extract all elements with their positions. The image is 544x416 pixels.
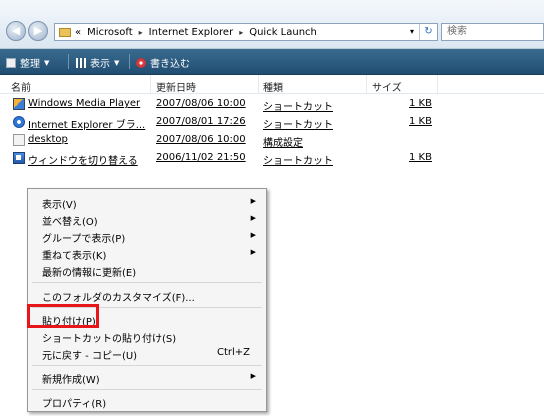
breadcrumb-quick-launch[interactable]: Quick Launch [249, 27, 317, 38]
burn-label: 書き込む [150, 59, 190, 70]
file-type: ショートカット [263, 156, 333, 167]
submenu-arrow-icon: ▶ [250, 231, 256, 239]
chevron-down-icon: ▼ [114, 58, 120, 67]
file-name[interactable]: desktop [28, 134, 150, 145]
organize-icon [6, 57, 16, 68]
column-divider[interactable] [437, 75, 438, 93]
column-header-date[interactable]: 更新日時 [156, 79, 196, 94]
menu-item-stack-by[interactable]: 重ねて表示(K) ▶ [42, 245, 264, 262]
breadcrumb-microsoft[interactable]: Microsoft [87, 27, 133, 38]
organize-button[interactable]: 整理 ▼ [6, 55, 49, 70]
submenu-arrow-icon: ▶ [250, 214, 256, 222]
file-size: 1 KB [409, 116, 432, 127]
folder-icon [59, 27, 71, 37]
menu-item-group-by[interactable]: グループで表示(P) ▶ [42, 228, 264, 245]
burn-disc-icon [136, 57, 146, 68]
submenu-arrow-icon: ▶ [250, 248, 256, 256]
file-row[interactable]: ウィンドウを切り替える 2006/11/02 21:50 ショートカット 1 K… [0, 150, 544, 167]
context-menu: 表示(V) ▶ 並べ替え(O) ▶ グループで表示(P) ▶ 重ねて表示(K) … [27, 188, 267, 412]
address-bar-region: ◀ ▶ « Microsoft ▸ Internet Explorer ▸ Qu… [0, 0, 544, 49]
toolbar-divider [68, 54, 69, 69]
file-size: 1 KB [409, 152, 432, 163]
breadcrumb-overflow[interactable]: « [75, 27, 81, 38]
file-name[interactable]: Internet Explorer ブラ... [28, 116, 150, 131]
desktop-ini-icon [13, 134, 25, 146]
toolbar-divider [129, 54, 130, 69]
address-field[interactable]: « Microsoft ▸ Internet Explorer ▸ Quick … [54, 23, 438, 41]
file-name[interactable]: Windows Media Player [28, 98, 150, 109]
menu-item-label: ショートカットの貼り付け(S) [42, 334, 177, 345]
column-header-type[interactable]: 種類 [263, 79, 283, 94]
menu-item-sort-by[interactable]: 並べ替え(O) ▶ [42, 211, 264, 228]
menu-item-label: このフォルダのカスタマイズ(F)... [42, 293, 195, 304]
column-header-row: 名前 更新日時 種類 サイズ [0, 75, 544, 94]
file-size: 1 KB [409, 98, 432, 109]
column-divider[interactable] [366, 75, 367, 93]
menu-separator [32, 282, 262, 283]
views-label: 表示 [90, 59, 110, 70]
search-input[interactable]: 検索 [441, 23, 544, 41]
menu-item-new[interactable]: 新規作成(W) ▶ [42, 369, 264, 386]
refresh-icon[interactable]: ↻ [419, 24, 437, 40]
menu-item-label: 重ねて表示(K) [42, 251, 107, 262]
column-header-name[interactable]: 名前 [11, 79, 31, 94]
menu-item-label: 表示(V) [42, 200, 77, 211]
menu-item-label: 新規作成(W) [42, 375, 100, 386]
switch-windows-icon [13, 152, 25, 164]
paste-highlight-box [27, 304, 99, 328]
menu-item-undo-copy[interactable]: 元に戻す - コピー(U) Ctrl+Z [42, 345, 264, 362]
command-bar: 整理 ▼ 表示 ▼ 書き込む [0, 49, 544, 75]
breadcrumb-separator-icon[interactable]: ▸ [139, 28, 143, 37]
back-button[interactable]: ◀ [6, 21, 26, 41]
menu-item-label: プロパティ(R) [42, 399, 107, 410]
burn-button[interactable]: 書き込む [136, 55, 190, 70]
chevron-down-icon: ▼ [44, 58, 50, 67]
menu-separator [32, 365, 262, 366]
internet-explorer-icon [13, 116, 25, 128]
column-divider[interactable] [150, 75, 151, 93]
views-button[interactable]: 表示 ▼ [76, 55, 119, 70]
menu-item-label: 並べ替え(O) [42, 217, 98, 228]
menu-item-label: 元に戻す - コピー(U) [42, 351, 138, 362]
menu-item-properties[interactable]: プロパティ(R) [42, 393, 264, 410]
address-dropdown-icon[interactable]: ▾ [405, 24, 419, 40]
media-player-icon [13, 98, 25, 110]
file-date: 2006/11/02 21:50 [156, 152, 246, 163]
submenu-arrow-icon: ▶ [250, 372, 256, 380]
organize-label: 整理 [20, 59, 40, 70]
submenu-arrow-icon: ▶ [250, 197, 256, 205]
file-date: 2007/08/06 10:00 [156, 134, 246, 145]
file-date: 2007/08/01 17:26 [156, 116, 246, 127]
file-type: ショートカット [263, 120, 333, 131]
menu-item-label: 最新の情報に更新(E) [42, 268, 137, 279]
menu-item-paste-shortcut[interactable]: ショートカットの貼り付け(S) [42, 328, 264, 345]
file-row[interactable]: Internet Explorer ブラ... 2007/08/01 17:26… [0, 114, 544, 131]
column-divider[interactable] [258, 75, 259, 93]
menu-separator [32, 389, 262, 390]
column-header-size[interactable]: サイズ [372, 79, 402, 94]
menu-item-label: グループで表示(P) [42, 234, 126, 245]
file-name[interactable]: ウィンドウを切り替える [28, 152, 150, 167]
menu-item-customize-folder[interactable]: このフォルダのカスタマイズ(F)... [42, 287, 264, 304]
file-type: ショートカット [263, 102, 333, 113]
breadcrumb-separator-icon[interactable]: ▸ [239, 28, 243, 37]
file-row[interactable]: Windows Media Player 2007/08/06 10:00 ショ… [0, 96, 544, 113]
menu-item-view[interactable]: 表示(V) ▶ [42, 194, 264, 211]
menu-item-refresh[interactable]: 最新の情報に更新(E) [42, 262, 264, 279]
file-type: 構成設定 [263, 138, 303, 149]
file-date: 2007/08/06 10:00 [156, 98, 246, 109]
menu-item-shortcut: Ctrl+Z [216, 347, 250, 358]
forward-button[interactable]: ▶ [28, 21, 48, 41]
breadcrumb-internet-explorer[interactable]: Internet Explorer [149, 27, 234, 38]
file-row[interactable]: desktop 2007/08/06 10:00 構成設定 [0, 132, 544, 149]
views-icon [76, 57, 86, 68]
